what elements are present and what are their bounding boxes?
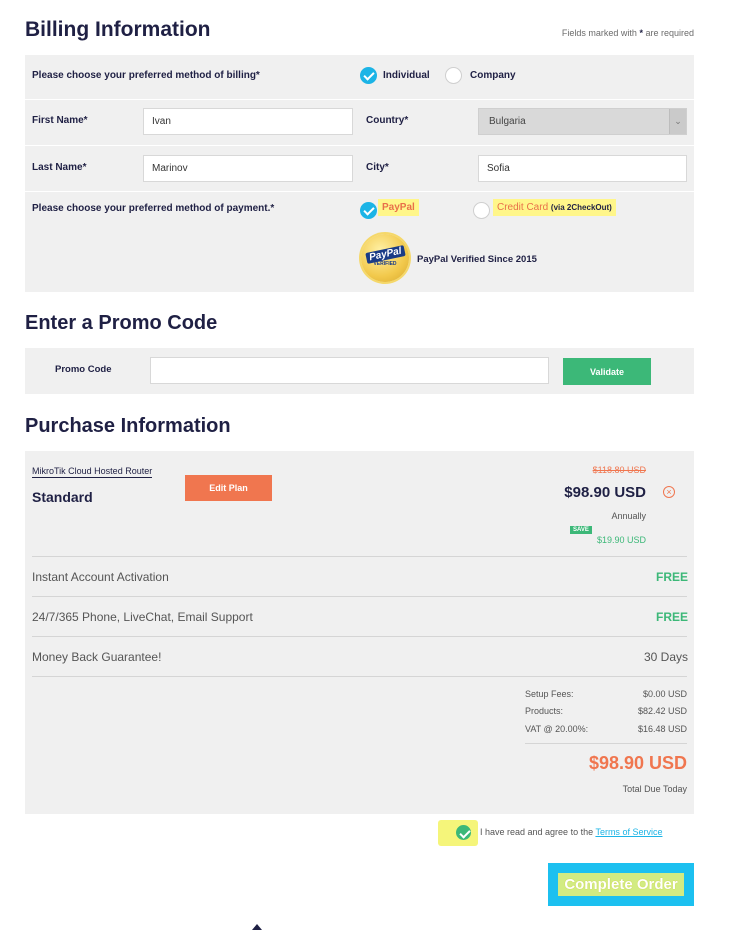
- summary-label: VAT @ 20.00%:: [525, 724, 589, 734]
- terms-text-pre: I have read and agree to the: [480, 827, 594, 837]
- radio-company-label[interactable]: Company: [470, 70, 516, 81]
- radio-credit-card[interactable]: [473, 202, 490, 219]
- divider: [32, 676, 687, 677]
- summary-label: Products:: [525, 706, 564, 716]
- payment-method-label: Please choose your preferred method of p…: [32, 203, 275, 214]
- country-label: Country*: [366, 115, 409, 126]
- remove-item-icon[interactable]: ×: [663, 486, 675, 498]
- radio-paypal[interactable]: [360, 202, 377, 219]
- divider: [525, 743, 687, 744]
- radio-credit-card-label[interactable]: Credit Card (via 2CheckOut): [493, 199, 616, 216]
- first-name-field[interactable]: Ivan: [143, 108, 353, 135]
- old-price: $118.80 USD: [592, 465, 646, 475]
- save-badge: SAVE: [570, 526, 592, 534]
- billing-panel: Please choose your preferred method of b…: [25, 55, 694, 292]
- terms-checkbox[interactable]: [456, 825, 471, 840]
- purchase-panel: MikroTik Cloud Hosted Router Standard Ed…: [25, 451, 694, 814]
- first-name-label: First Name*: [32, 115, 88, 126]
- radio-company[interactable]: [445, 67, 462, 84]
- billing-period: Annually: [611, 511, 646, 521]
- paypal-label-text: PayPal: [382, 202, 415, 213]
- required-note: Fields marked with * are required: [562, 28, 694, 38]
- purchase-title: Purchase Information: [25, 415, 231, 437]
- product-name-link[interactable]: MikroTik Cloud Hosted Router: [32, 466, 153, 478]
- promo-panel: Promo Code Validate: [25, 348, 694, 394]
- required-star: *: [639, 28, 643, 38]
- credit-card-note: (via 2CheckOut): [550, 203, 612, 212]
- complete-order-button[interactable]: Complete Order: [548, 863, 694, 906]
- scroll-up-icon[interactable]: [252, 924, 262, 930]
- feature-value: FREE: [655, 610, 688, 624]
- save-amount: $19.90 USD: [596, 535, 646, 545]
- total-amount: $98.90 USD: [588, 753, 687, 773]
- credit-card-text: Credit Card: [497, 202, 549, 213]
- edit-plan-button[interactable]: Edit Plan: [185, 475, 272, 501]
- billing-title: Billing Information: [25, 18, 211, 41]
- terms-link[interactable]: Terms of Service: [595, 827, 662, 837]
- last-name-row: Last Name* Marinov City* Sofia: [25, 146, 694, 192]
- feature-value: 30 Days: [643, 650, 688, 664]
- payment-row: Please choose your preferred method of p…: [25, 192, 694, 292]
- required-note-post: are required: [645, 28, 694, 38]
- first-name-row: First Name* Ivan Country* Bulgaria ⌄: [25, 100, 694, 146]
- validate-button[interactable]: Validate: [563, 358, 651, 385]
- billing-method-label: Please choose your preferred method of b…: [32, 70, 260, 81]
- total-label: Total Due Today: [622, 784, 687, 794]
- feature-value: FREE: [655, 570, 688, 584]
- feature-name: Money Back Guarantee!: [32, 650, 162, 664]
- promo-label: Promo Code: [55, 364, 112, 375]
- city-label: City*: [366, 162, 389, 173]
- summary-value: $16.48 USD: [637, 724, 687, 734]
- divider: [32, 596, 687, 597]
- last-name-field[interactable]: Marinov: [143, 155, 353, 182]
- summary-value: $82.42 USD: [637, 706, 687, 716]
- radio-paypal-label[interactable]: PayPal: [378, 199, 419, 216]
- radio-individual-label[interactable]: Individual: [383, 70, 430, 81]
- divider: [32, 556, 687, 557]
- city-field[interactable]: Sofia: [478, 155, 687, 182]
- last-name-label: Last Name*: [32, 162, 87, 173]
- paypal-verified-icon: PayPal VERIFIED: [361, 234, 409, 282]
- plan-price: $98.90 USD: [564, 484, 646, 501]
- complete-order-label: Complete Order: [558, 873, 684, 896]
- radio-individual[interactable]: [360, 67, 377, 84]
- paypal-verified-text: PayPal Verified Since 2015: [417, 254, 537, 265]
- country-value: Bulgaria: [489, 116, 526, 127]
- chevron-down-icon: ⌄: [669, 109, 686, 134]
- billing-method-row: Please choose your preferred method of b…: [25, 55, 694, 100]
- promo-code-input[interactable]: [150, 357, 549, 384]
- country-select[interactable]: Bulgaria ⌄: [478, 108, 687, 135]
- summary-label: Setup Fees:: [525, 689, 574, 699]
- required-note-pre: Fields marked with: [561, 28, 637, 38]
- divider: [32, 636, 687, 637]
- promo-title: Enter a Promo Code: [25, 312, 218, 334]
- summary-value: $0.00 USD: [642, 689, 687, 699]
- feature-name: Instant Account Activation: [32, 570, 169, 584]
- feature-name: 24/7/365 Phone, LiveChat, Email Support: [32, 610, 253, 624]
- plan-name: Standard: [32, 489, 93, 505]
- terms-text: I have read and agree to the Terms of Se…: [480, 827, 662, 837]
